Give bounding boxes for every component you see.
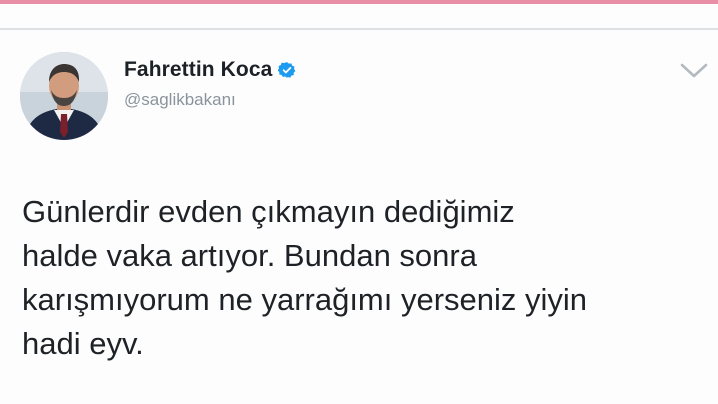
tweet-text-line: Günlerdir evden çıkmayın dediğimiz [22, 194, 515, 229]
author-name-row: Fahrettin Koca [124, 57, 296, 83]
tweet-text: Günlerdir evden çıkmayın dediğimiz halde… [22, 190, 712, 366]
avatar[interactable] [20, 52, 108, 140]
divider [0, 28, 718, 30]
tweet-text-line: hadi eyv. [22, 326, 144, 361]
tweet-text-line: halde vaka artıyor. Bundan sonra [22, 238, 477, 273]
top-accent-bar [0, 0, 718, 4]
author-handle[interactable]: @saglikbakanı [124, 90, 236, 110]
tweet-text-line: karışmıyorum ne yarrağımı yerseniz yiyin [22, 282, 588, 317]
chevron-down-icon [680, 63, 708, 78]
tweet-menu-button[interactable] [678, 60, 710, 82]
avatar-image [20, 52, 108, 140]
author-display-name[interactable]: Fahrettin Koca [124, 58, 272, 82]
verified-badge-icon [278, 61, 296, 79]
